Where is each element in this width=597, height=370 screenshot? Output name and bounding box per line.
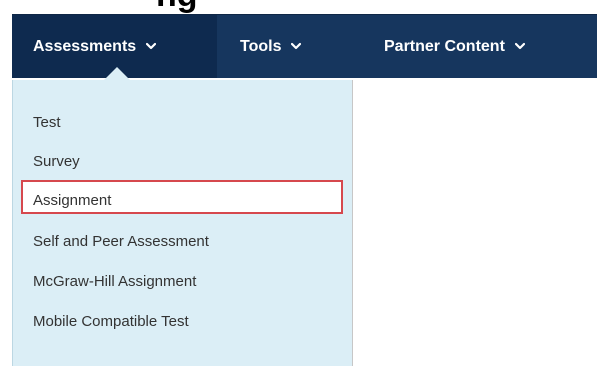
nav-tab-partner-content-label: Partner Content: [384, 37, 505, 55]
page-heading-text: ng: [156, 0, 198, 14]
nav-tab-assessments-label: Assessments: [33, 37, 137, 55]
dropdown-caret: [104, 67, 130, 80]
course-tools-navbar: Assessments Tools Partner Content: [12, 14, 597, 78]
chevron-down-icon: [291, 41, 302, 51]
assessments-dropdown-menu: Test Survey Assignment Self and Peer Ass…: [12, 80, 353, 366]
page-heading-fragment: ng: [0, 0, 597, 14]
chevron-down-icon: [146, 41, 157, 51]
nav-tab-tools[interactable]: Tools: [240, 15, 302, 78]
menu-item-survey[interactable]: Survey: [33, 153, 80, 170]
nav-tab-partner-content[interactable]: Partner Content: [384, 15, 525, 78]
menu-item-assignment[interactable]: Assignment: [33, 192, 111, 209]
menu-item-test[interactable]: Test: [33, 114, 61, 131]
nav-tab-tools-label: Tools: [240, 37, 282, 55]
menu-item-self-and-peer-assessment[interactable]: Self and Peer Assessment: [33, 233, 209, 250]
chevron-down-icon: [514, 41, 525, 51]
menu-item-mobile-compatible-test[interactable]: Mobile Compatible Test: [33, 313, 189, 330]
menu-item-mcgraw-hill-assignment[interactable]: McGraw-Hill Assignment: [33, 273, 196, 290]
